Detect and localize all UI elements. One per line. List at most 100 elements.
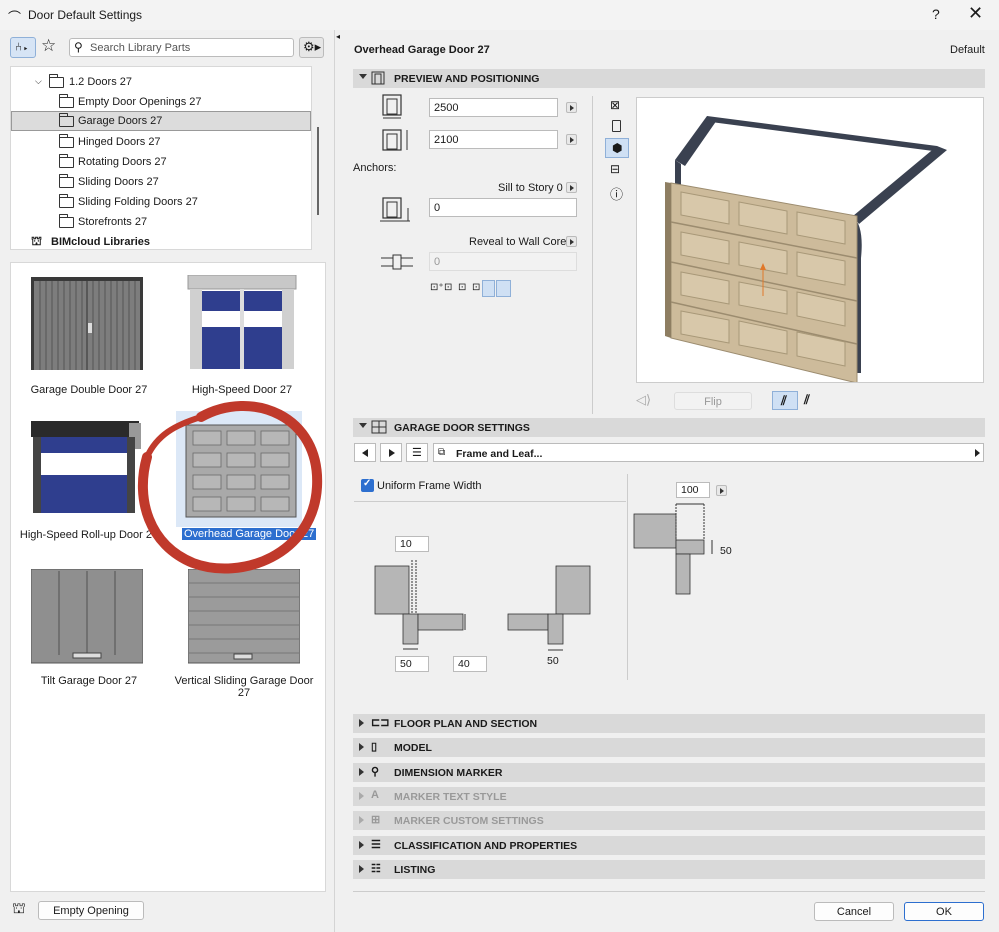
- library-settings-button[interactable]: ⚙▸: [299, 37, 324, 58]
- opening-side-1-button[interactable]: ⫽: [772, 391, 798, 410]
- anchor-mode-5-icon[interactable]: [482, 280, 495, 297]
- tree-item-sliding-doors[interactable]: Sliding Doors 27: [11, 172, 311, 192]
- anchor-mode-4-icon[interactable]: ⊡: [472, 282, 480, 293]
- title-bar: ⌒ Door Default Settings ? ✕: [0, 0, 999, 30]
- section-marker-custom-settings: ⊞ MARKER CUSTOM SETTINGS: [353, 811, 985, 830]
- favorites-star-icon[interactable]: ☆: [41, 36, 56, 56]
- model-icon: ▯: [371, 741, 378, 753]
- width-icon: [382, 94, 402, 119]
- prev-arrow-icon: [362, 449, 368, 457]
- flip-mirror-icon: ◁⟩: [636, 392, 652, 407]
- tree-item-label: Sliding Folding Doors 27: [78, 196, 198, 208]
- garage-settings-icon: [371, 420, 387, 434]
- thumb-tilt-garage-door[interactable]: [30, 568, 144, 665]
- section-view-icon[interactable]: ⊟: [610, 162, 620, 176]
- marker-text-icon: A: [371, 789, 379, 801]
- info-icon[interactable]: ⓘ: [610, 184, 623, 203]
- frame-side-width-field[interactable]: 10: [395, 536, 429, 552]
- folder-icon: [59, 174, 74, 188]
- preview-3d-viewport[interactable]: [636, 97, 984, 384]
- tree-item-sliding-folding-doors[interactable]: Sliding Folding Doors 27: [11, 192, 311, 212]
- thumb-garage-double-door[interactable]: [31, 277, 143, 373]
- reveal-dropdown-button[interactable]: [566, 236, 577, 247]
- tree-item-empty-door-openings[interactable]: Empty Door Openings 27: [11, 92, 311, 112]
- help-button[interactable]: ?: [932, 6, 940, 22]
- tree-item-rotating-doors[interactable]: Rotating Doors 27: [11, 152, 311, 172]
- height-unit-button[interactable]: [566, 134, 577, 145]
- 3d-view-button[interactable]: ⬢: [605, 138, 629, 158]
- section-title: GARAGE DOOR SETTINGS: [394, 422, 530, 434]
- chevron-down-icon: [359, 74, 367, 79]
- opening-side-2-button[interactable]: ⫽: [804, 392, 810, 408]
- elevation-view-icon[interactable]: [612, 120, 621, 132]
- folder-icon: [59, 134, 74, 148]
- collapse-arrow-icon[interactable]: ◂: [336, 32, 340, 41]
- window-title: Door Default Settings: [28, 8, 143, 22]
- head-frame-dropdown-button[interactable]: [716, 485, 727, 496]
- sill-dropdown-button[interactable]: [566, 182, 577, 193]
- checkmark-icon: ✓: [363, 478, 372, 489]
- section-dimension-marker[interactable]: ⚲ DIMENSION MARKER: [353, 763, 985, 782]
- anchor-mode-2-icon[interactable]: ⊡: [444, 282, 452, 293]
- tree-item-hinged-doors[interactable]: Hinged Doors 27: [11, 132, 311, 152]
- leaf-thickness-field[interactable]: 40: [453, 656, 487, 672]
- sill-field[interactable]: 0: [429, 198, 577, 217]
- section-floor-plan[interactable]: ⊏⊐ FLOOR PLAN AND SECTION: [353, 714, 985, 733]
- library-view-button[interactable]: ⑃▸: [10, 37, 36, 58]
- chevron-right-icon: [359, 792, 364, 800]
- folder-icon: [59, 194, 74, 208]
- plan-view-icon[interactable]: ⊠: [610, 98, 620, 112]
- app-icon: ⌒: [8, 10, 22, 25]
- anchor-mode-1-icon[interactable]: ⊡⁺: [430, 282, 444, 293]
- width-field[interactable]: 2500: [429, 98, 558, 117]
- reveal-label: Reveal to Wall Core: [469, 236, 567, 248]
- height-field[interactable]: 2100: [429, 130, 558, 149]
- tree-item-garage-doors[interactable]: Garage Doors 27: [11, 111, 311, 131]
- head-frame-field[interactable]: 100: [676, 482, 710, 498]
- page-select-dropdown[interactable]: ⧉ Frame and Leaf...: [433, 443, 984, 462]
- uniform-frame-checkbox[interactable]: ✓: [361, 478, 374, 492]
- folder-icon: [59, 154, 74, 168]
- section-title: CLASSIFICATION AND PROPERTIES: [394, 840, 578, 852]
- frame-depth-right-label: 50: [547, 655, 559, 667]
- section-garage-door-settings[interactable]: GARAGE DOOR SETTINGS: [353, 418, 985, 437]
- thumb-label: Tilt Garage Door 27: [40, 675, 138, 687]
- cancel-button[interactable]: Cancel: [814, 902, 894, 921]
- search-input[interactable]: ⚲ Search Library Parts: [69, 38, 294, 57]
- tree-item-storefronts[interactable]: Storefronts 27: [11, 212, 311, 232]
- tree-item-label: Sliding Doors 27: [78, 176, 159, 188]
- anchor-mode-6-icon[interactable]: [496, 280, 511, 297]
- close-button[interactable]: ✕: [968, 3, 983, 24]
- garage-door-3d-image: [665, 116, 947, 384]
- frame-depth-field[interactable]: 50: [395, 656, 429, 672]
- panel-divider[interactable]: [334, 30, 335, 932]
- thumb-high-speed-door[interactable]: [186, 274, 298, 371]
- section-title: LISTING: [394, 864, 436, 876]
- anchor-mode-3-icon[interactable]: ⊡: [458, 282, 466, 293]
- next-page-button[interactable]: [380, 443, 402, 462]
- section-classification[interactable]: ☰ CLASSIFICATION AND PROPERTIES: [353, 836, 985, 855]
- empty-opening-button[interactable]: Empty Opening: [38, 901, 144, 920]
- prev-page-button[interactable]: [354, 443, 376, 462]
- anchor-mode-buttons: ⊡⁺ ⊡ ⊡ ⊡: [430, 280, 512, 298]
- page-icon: ⧉: [438, 447, 446, 458]
- settings-hline: [354, 501, 626, 502]
- chevron-right-icon: [359, 719, 364, 727]
- tree-item-bimcloud[interactable]: ⛫ BIMcloud Libraries: [11, 232, 311, 252]
- thumb-high-speed-roll-up-door[interactable]: [31, 421, 143, 517]
- chevron-down-icon: [359, 423, 367, 428]
- width-unit-button[interactable]: [566, 102, 577, 113]
- section-listing[interactable]: ☷ LISTING: [353, 860, 985, 879]
- sill-icon: [380, 197, 410, 222]
- listing-icon: ☷: [371, 863, 381, 875]
- section-preview-positioning[interactable]: PREVIEW AND POSITIONING: [353, 69, 985, 88]
- folder-icon: [59, 113, 74, 127]
- tree-scrollbar[interactable]: [317, 127, 319, 215]
- head-frame-height-label: 50: [720, 545, 732, 557]
- ok-button[interactable]: OK: [904, 902, 984, 921]
- page-tree-button[interactable]: ☰: [406, 443, 428, 462]
- section-model[interactable]: ▯ MODEL: [353, 738, 985, 757]
- chevron-down-icon[interactable]: ⌵: [35, 76, 42, 87]
- tree-item-doors[interactable]: ⌵ 1.2 Doors 27: [11, 72, 311, 92]
- library-manager-icon[interactable]: ⛫: [12, 900, 26, 919]
